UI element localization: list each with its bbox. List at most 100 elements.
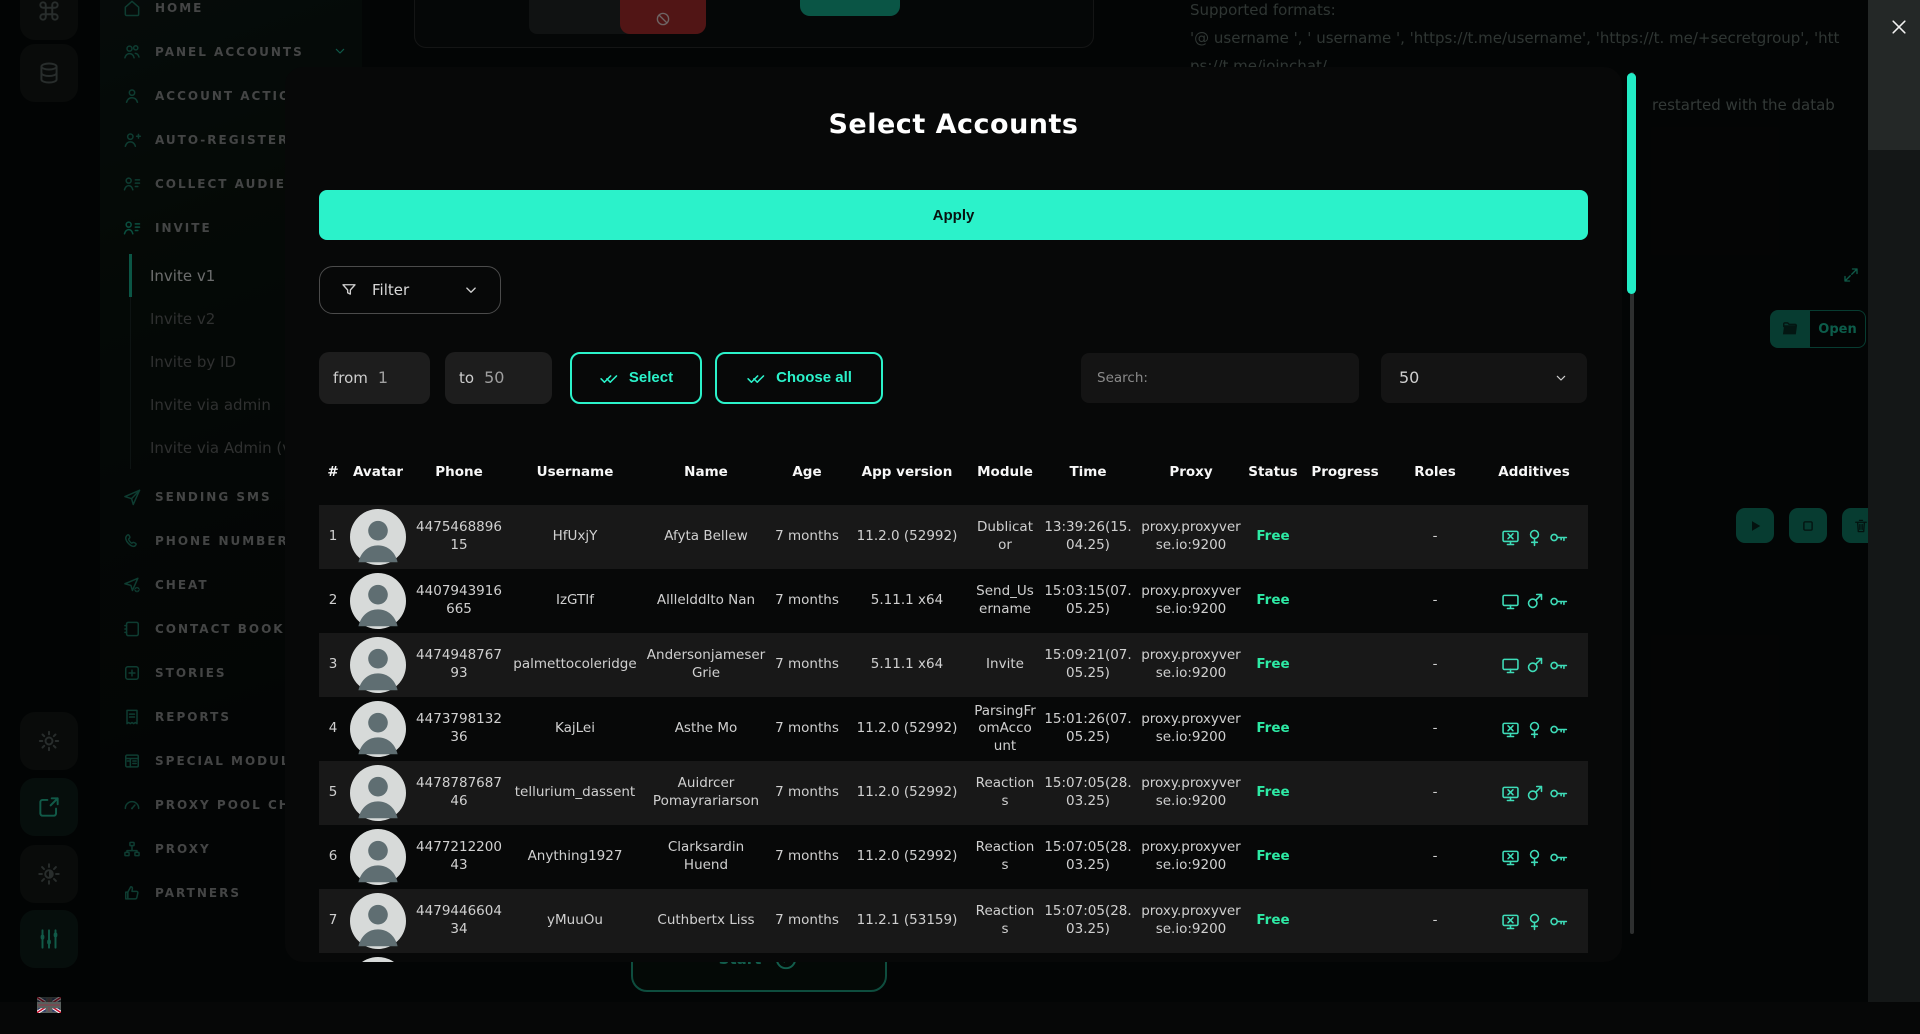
funnel-icon — [340, 281, 358, 299]
select-button[interactable]: Select — [570, 352, 702, 404]
cell-avatar — [347, 697, 409, 761]
avatar — [350, 829, 406, 885]
choose-all-button[interactable]: Choose all — [715, 352, 883, 404]
cell-app-version: 11.2.0 (52992) — [843, 716, 971, 742]
cell-avatar — [347, 633, 409, 697]
search-input[interactable] — [1081, 370, 1359, 386]
cell-username: palmettocoleridge — [509, 652, 641, 678]
female-icon — [1524, 719, 1545, 740]
cell-roles: - — [1389, 780, 1481, 806]
cell-roles: - — [1389, 908, 1481, 934]
cell-time: 15:07:05(28.03.25) — [1039, 771, 1137, 814]
cell-age: 7 months — [771, 524, 843, 550]
cell-roles: - — [1389, 716, 1481, 742]
cell-module: Reactions — [971, 899, 1039, 942]
per-page-select[interactable]: 50 — [1381, 353, 1587, 403]
table-row[interactable]: 5447878768746tellurium_dassentAuidrcer P… — [319, 761, 1588, 825]
table-row[interactable]: 844746650553unsaturationamaReactions15:0… — [319, 953, 1588, 962]
cell-index: 7 — [319, 908, 347, 934]
cell-module: Invite — [971, 652, 1039, 678]
cell-avatar — [347, 889, 409, 953]
avatar — [350, 957, 406, 962]
table-row[interactable]: 6447721220043Anything1927Clarksardin Hue… — [319, 825, 1588, 889]
cell-progress — [1301, 789, 1389, 797]
cell-app-version: 5.11.1 x64 — [843, 588, 971, 614]
apply-button[interactable]: Apply — [319, 190, 1588, 240]
cell-index: 5 — [319, 780, 347, 806]
cell-name: Andersonjameser Grie — [641, 643, 771, 686]
table-row[interactable]: 4447379813236KajLeiAsthe Mo7 months11.2.… — [319, 697, 1588, 761]
cell-additives — [1481, 523, 1587, 552]
avatar — [350, 573, 406, 629]
cell-proxy: proxy.proxyverse.io:9200 — [1137, 771, 1245, 814]
cell-time: 15:01:26(07.05.25) — [1039, 707, 1137, 750]
cell-proxy: proxy.proxyverse.io:9200 — [1137, 579, 1245, 622]
double-check-icon — [746, 368, 766, 388]
cell-avatar — [347, 825, 409, 889]
male-icon — [1524, 655, 1545, 676]
column-header-progress: Progress — [1301, 464, 1389, 480]
female-icon — [1524, 847, 1545, 868]
key-icon — [1548, 591, 1569, 612]
select-accounts-modal: Select Accounts Apply Filter from to Sel… — [285, 67, 1622, 962]
key-icon — [1548, 911, 1569, 932]
female-icon — [1524, 527, 1545, 548]
monitor-x-icon — [1500, 527, 1521, 548]
cell-index: 3 — [319, 652, 347, 678]
cell-proxy: proxy.proxyverse.io:9200 — [1137, 515, 1245, 558]
to-label: to — [459, 369, 474, 387]
monitor-x-icon — [1500, 719, 1521, 740]
cell-progress — [1301, 853, 1389, 861]
cell-roles: - — [1389, 652, 1481, 678]
cell-roles: - — [1389, 588, 1481, 614]
cell-progress — [1301, 597, 1389, 605]
key-icon — [1548, 783, 1569, 804]
cell-avatar — [347, 761, 409, 825]
cell-phone: 447878768746 — [409, 771, 509, 814]
from-input[interactable] — [378, 368, 412, 387]
cell-phone: 447944660434 — [409, 899, 509, 942]
cell-username: tellurium_dassent — [509, 780, 641, 806]
table-row[interactable]: 24407943916665IzGTIfAlllelddlto Nan7 mon… — [319, 569, 1588, 633]
chevron-down-icon — [1553, 370, 1569, 386]
close-modal-button[interactable] — [1882, 10, 1916, 44]
column-header-username: Username — [509, 464, 641, 480]
filter-dropdown[interactable]: Filter — [319, 266, 501, 314]
table-row[interactable]: 3447494876793palmettocoleridgeAndersonja… — [319, 633, 1588, 697]
column-header-name: Name — [641, 464, 771, 480]
column-header--: # — [319, 464, 347, 480]
status-badge: Free — [1245, 716, 1301, 742]
key-icon — [1548, 527, 1569, 548]
table-row[interactable]: 7447944660434yMuuOuCuthbertx Liss7 month… — [319, 889, 1588, 953]
key-icon — [1548, 719, 1569, 740]
modal-scrollbar-thumb[interactable] — [1627, 73, 1636, 294]
modal-title: Select Accounts — [319, 109, 1588, 140]
to-input[interactable] — [484, 368, 518, 387]
accounts-table: 1447546889615HfUxjYAfyta Bellew7 months1… — [319, 505, 1588, 962]
male-icon — [1524, 783, 1545, 804]
status-badge: Free — [1245, 844, 1301, 870]
status-badge: Free — [1245, 524, 1301, 550]
cell-index: 1 — [319, 524, 347, 550]
avatar — [350, 765, 406, 821]
table-row[interactable]: 1447546889615HfUxjYAfyta Bellew7 months1… — [319, 505, 1588, 569]
cell-age: 7 months — [771, 652, 843, 678]
cell-time: 15:09:21(07.05.25) — [1039, 643, 1137, 686]
cell-app-version: 11.2.0 (52992) — [843, 524, 971, 550]
cell-avatar — [347, 569, 409, 633]
cell-age: 7 months — [771, 588, 843, 614]
cell-proxy: proxy.proxyverse.io:9200 — [1137, 835, 1245, 878]
chevron-down-icon — [462, 281, 480, 299]
search-field — [1081, 353, 1359, 403]
cell-proxy: proxy.proxyverse.io:9200 — [1137, 643, 1245, 686]
cell-proxy: proxy.proxyverse.io:9200 — [1137, 707, 1245, 750]
column-header-age: Age — [771, 464, 843, 480]
status-badge: Free — [1245, 908, 1301, 934]
cell-time: 15:03:15(07.05.25) — [1039, 579, 1137, 622]
cell-additives — [1481, 715, 1587, 744]
cell-name: Afyta Bellew — [641, 524, 771, 550]
cell-app-version: 11.2.0 (52992) — [843, 844, 971, 870]
cell-index: 4 — [319, 716, 347, 742]
cell-phone: 4407943916665 — [409, 579, 509, 622]
cell-module: Dublicator — [971, 515, 1039, 558]
